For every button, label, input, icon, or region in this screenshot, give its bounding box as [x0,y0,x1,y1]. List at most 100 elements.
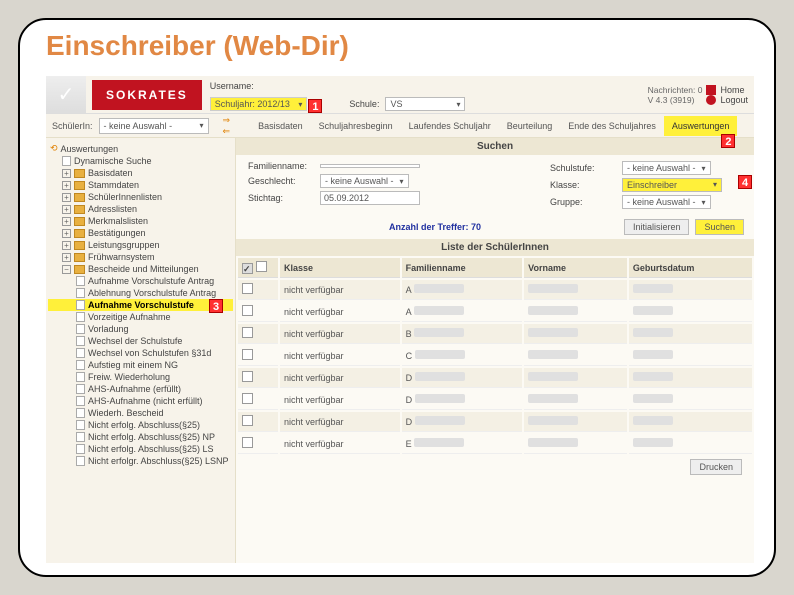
klasse-select[interactable]: Einschreiber▾ [622,178,722,192]
table-row[interactable]: nicht verfügbarB [238,324,752,344]
cell-status: nicht verfügbar [280,280,400,300]
tree-item[interactable]: +Stammdaten [48,179,233,191]
tree-subitem[interactable]: Wechsel von Schulstufen §31d [48,347,233,359]
tree-item[interactable]: +Basisdaten [48,167,233,179]
init-button[interactable]: Initialisieren [624,219,690,235]
familienname-input[interactable] [320,164,420,168]
table-row[interactable]: nicht verfügbarE [238,434,752,454]
tab-auswertungen[interactable]: Auswertungen 2 [664,116,738,136]
row-checkbox[interactable] [242,437,253,448]
tree-subitem[interactable]: Aufnahme Vorschulstufe Antrag [48,275,233,287]
col-klasse[interactable]: Klasse [280,258,400,278]
expand-icon[interactable]: + [62,229,71,238]
col-vorname[interactable]: Vorname [524,258,627,278]
tree-subitem[interactable]: Vorladung [48,323,233,335]
checkbox-none[interactable] [256,261,267,272]
cell-vorname [524,412,627,432]
expand-icon[interactable]: + [62,169,71,178]
expand-icon[interactable]: + [62,217,71,226]
marker-3: 3 [209,299,223,313]
cell-vorname [524,302,627,322]
tree-subitem[interactable]: Wiederh. Bescheid [48,407,233,419]
tree-subitem[interactable]: Nicht erfolg. Abschluss(§25) [48,419,233,431]
col-familienname[interactable]: Familienname [402,258,522,278]
schuelerin-label: SchülerIn: [46,121,99,131]
tree-item[interactable]: +Merkmalslisten [48,215,233,227]
tab-beurteilung[interactable]: Beurteilung [499,116,561,136]
schulstufe-select[interactable]: - keine Auswahl -▾ [622,161,711,175]
tree-subitem[interactable]: Vorzeitige Aufnahme [48,311,233,323]
gruppe-select[interactable]: - keine Auswahl -▾ [622,195,711,209]
tree-subitem-selected[interactable]: Aufnahme Vorschulstufe 3 [48,299,233,311]
tree-item[interactable]: Dynamische Suche [48,155,233,167]
tree-item[interactable]: −Bescheide und Mitteilungen [48,263,233,275]
table-row[interactable]: nicht verfügbarA [238,280,752,300]
file-icon [76,372,85,382]
checkbox-all[interactable]: ✓ [242,263,253,274]
tab-ende[interactable]: Ende des Schuljahres [560,116,664,136]
tree-item[interactable]: +Bestätigungen [48,227,233,239]
row-checkbox[interactable] [242,371,253,382]
expand-icon[interactable]: + [62,253,71,262]
tree-item[interactable]: +Leistungsgruppen [48,239,233,251]
row-checkbox[interactable] [242,283,253,294]
file-icon [76,336,85,346]
cell-geburtsdatum [629,280,752,300]
tree-subitem[interactable]: Wechsel der Schulstufe [48,335,233,347]
expand-icon[interactable]: + [62,193,71,202]
home-link[interactable]: Home [706,85,748,95]
tab-laufendes[interactable]: Laufendes Schuljahr [401,116,499,136]
table-row[interactable]: nicht verfügbarA [238,302,752,322]
schule-select[interactable]: VS ▾ [385,97,465,111]
row-checkbox[interactable] [242,393,253,404]
arrow-left-icon[interactable]: ⇐ [223,126,231,137]
tree-item[interactable]: +Frühwarnsystem [48,251,233,263]
marker-2: 2 [721,134,735,148]
cell-status: nicht verfügbar [280,390,400,410]
tree-item[interactable]: +SchülerInnenlisten [48,191,233,203]
col-geburtsdatum[interactable]: Geburtsdatum [629,258,752,278]
geschlecht-label: Geschlecht: [248,176,316,186]
tree-subitem[interactable]: Aufstieg mit einem NG [48,359,233,371]
file-icon [76,408,85,418]
tab-schuljahresbeginn[interactable]: Schuljahresbeginn [311,116,401,136]
schuelerin-select[interactable]: - keine Auswahl - ▾ [99,118,209,134]
expand-icon[interactable]: + [62,205,71,214]
stichtag-input[interactable]: 05.09.2012 [320,191,420,205]
row-checkbox[interactable] [242,327,253,338]
tree-subitem[interactable]: Freiw. Wiederholung [48,371,233,383]
tree-subitem[interactable]: AHS-Aufnahme (nicht erfüllt) [48,395,233,407]
tree-subitem[interactable]: Nicht erfolg. Abschluss(§25) NP [48,431,233,443]
app-header: ✓ SOKRATES Username: Schuljahr: 2012/13 … [46,76,754,114]
tree-item[interactable]: +Adresslisten [48,203,233,215]
tree-subitem[interactable]: Ablehnung Vorschulstufe Antrag [48,287,233,299]
tab-auswertungen-label: Auswertungen [672,121,730,131]
row-checkbox[interactable] [242,415,253,426]
search-button[interactable]: Suchen [695,219,744,235]
table-row[interactable]: nicht verfügbarC [238,346,752,366]
table-row[interactable]: nicht verfügbarD [238,368,752,388]
folder-icon [74,205,85,214]
table-row[interactable]: nicht verfügbarD [238,390,752,410]
chevron-down-icon: ▾ [200,121,204,130]
schuljahr-field[interactable]: Schuljahr: 2012/13 ▾ 1 [210,97,308,111]
cell-status: nicht verfügbar [280,346,400,366]
file-icon [76,348,85,358]
cell-familienname: E [402,434,522,454]
expand-icon[interactable]: + [62,241,71,250]
table-row[interactable]: nicht verfügbarD [238,412,752,432]
print-button[interactable]: Drucken [690,459,742,475]
logout-link[interactable]: Logout [706,95,748,105]
row-checkbox[interactable] [242,349,253,360]
row-checkbox[interactable] [242,305,253,316]
expand-icon[interactable]: + [62,181,71,190]
tree-root[interactable]: ⟲Auswertungen [48,142,233,155]
arrow-right-icon[interactable]: ⇒ [223,115,231,126]
expand-icon[interactable]: − [62,265,71,274]
tree-subitem[interactable]: AHS-Aufnahme (erfüllt) [48,383,233,395]
tree-subitem[interactable]: Nicht erfolg. Abschluss(§25) LS [48,443,233,455]
tab-basisdaten[interactable]: Basisdaten [250,116,311,136]
geschlecht-select[interactable]: - keine Auswahl -▾ [320,174,409,188]
tree-subitem[interactable]: Nicht erfolgr. Abschluss(§25) LSNP [48,455,233,467]
schule-label: Schule: [349,99,379,109]
